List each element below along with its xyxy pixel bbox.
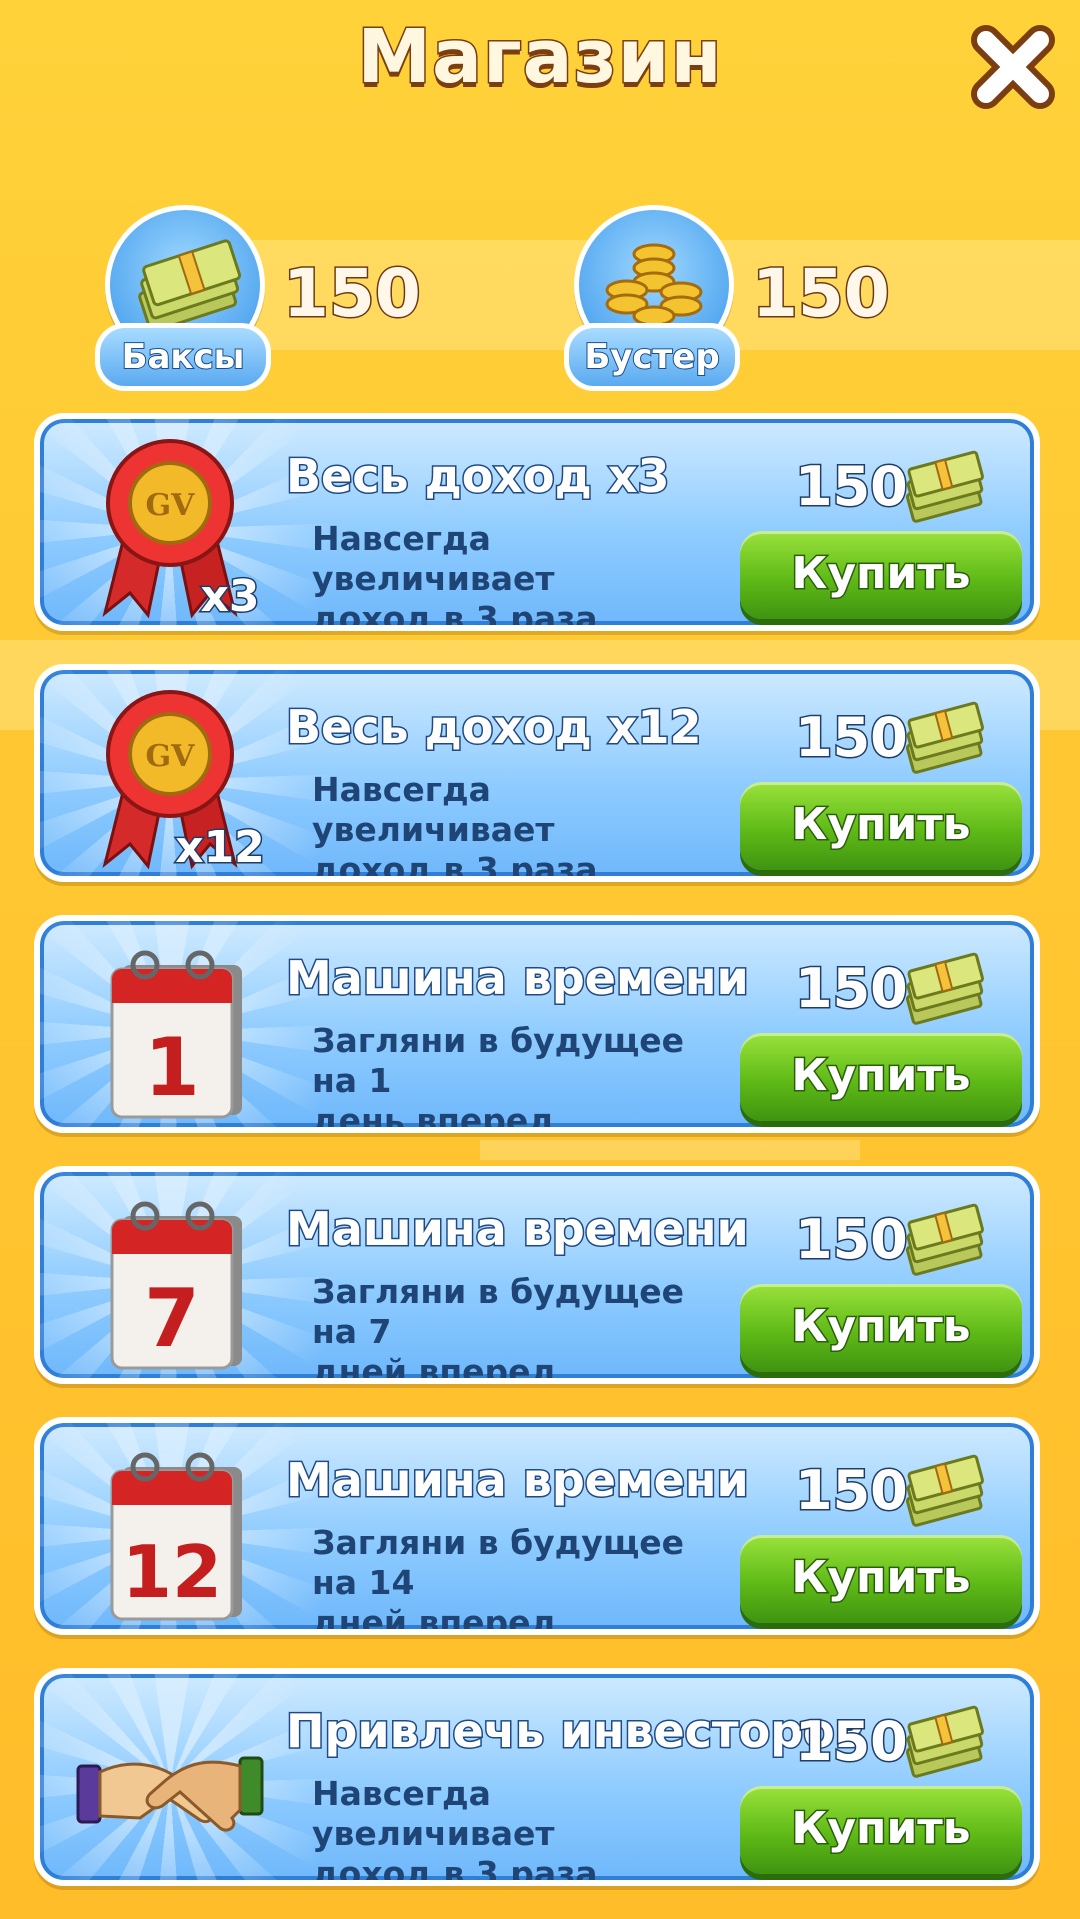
cash-stack-icon <box>905 952 984 1025</box>
item-description: Загляни в будущее на 7 дней вперед <box>312 1272 692 1384</box>
currency-bucks: Баксы 150 <box>95 205 545 391</box>
item-description-line: доход в 3 раза <box>312 1854 598 1886</box>
cash-stack-icon <box>905 1705 984 1778</box>
shop-item: GV x12 Весь доход x12 Навсегда увеличива… <box>34 664 1040 882</box>
item-description: Навсегда увеличивает доход в 3 раза <box>312 770 692 882</box>
calendar-day: 1 <box>144 1021 200 1114</box>
svg-text:GV: GV <box>146 488 196 523</box>
buy-button[interactable]: Купить <box>740 1786 1022 1874</box>
item-price: 150 <box>794 705 910 771</box>
item-price: 150 <box>794 1458 910 1524</box>
item-badge: x12 <box>175 822 265 873</box>
buy-button[interactable]: Купить <box>740 1535 1022 1623</box>
item-description: Загляни в будущее на 1 день вперед <box>312 1021 692 1133</box>
currency-value: 150 <box>751 254 892 334</box>
item-title: Весь доход x3 <box>285 448 671 505</box>
item-title: Привлечь инвесторов <box>285 1703 866 1760</box>
shop-item: 7 Машина времени Загляни в будущее на 7 … <box>34 1166 1040 1384</box>
buy-button[interactable]: Купить <box>740 782 1022 870</box>
item-price: 150 <box>794 1207 910 1273</box>
item-price: 150 <box>794 454 910 520</box>
page-title: Магазин <box>356 13 723 102</box>
item-description-line: доход в 3 раза <box>312 850 598 882</box>
close-button[interactable] <box>968 22 1058 112</box>
buy-button[interactable]: Купить <box>740 1284 1022 1372</box>
item-description-line: Загляни в будущее на 7 <box>312 1272 685 1351</box>
item-description-line: дней вперед <box>312 1603 558 1635</box>
ribbon-medal-icon: GV x12 <box>102 690 266 874</box>
item-price: 150 <box>794 956 910 1022</box>
shop-item: 12 Машина времени Загляни в будущее на 1… <box>34 1417 1040 1635</box>
currency-value: 150 <box>282 254 423 334</box>
item-description-line: Навсегда увеличивает <box>312 770 555 849</box>
cash-stack-icon <box>905 1203 984 1276</box>
item-description-line: Навсегда увеличивает <box>312 1774 555 1853</box>
currency-booster: Бустер 150 <box>564 205 1014 391</box>
item-badge: x3 <box>201 571 260 622</box>
currency-label: Бустер <box>564 323 740 391</box>
calendar-icon: 7 <box>110 1201 242 1370</box>
item-description-line: Загляни в будущее на 1 <box>312 1021 685 1100</box>
background-stripe <box>480 1140 860 1160</box>
close-icon <box>971 25 1055 109</box>
handshake-icon <box>76 1756 264 1832</box>
calendar-day: 7 <box>144 1272 200 1365</box>
shop-item: Привлечь инвесторов Навсегда увеличивает… <box>34 1668 1040 1886</box>
shop-item: GV x3 Весь доход x3 Навсегда увеличивает… <box>34 413 1040 631</box>
cash-stack-icon <box>905 1454 984 1527</box>
buy-button[interactable]: Купить <box>740 1033 1022 1121</box>
calendar-icon: 12 <box>110 1452 242 1621</box>
item-title: Машина времени <box>285 950 751 1007</box>
calendar-icon: 1 <box>110 950 242 1119</box>
cash-stack-icon <box>905 450 984 523</box>
item-title: Машина времени <box>285 1452 751 1509</box>
cash-stack-icon <box>905 701 984 774</box>
item-title: Весь доход x12 <box>285 699 704 756</box>
ribbon-medal-icon: GV x3 <box>102 439 261 623</box>
svg-text:GV: GV <box>146 739 196 774</box>
item-title: Машина времени <box>285 1201 751 1258</box>
currency-label: Баксы <box>95 323 271 391</box>
item-description-line: Загляни в будущее на 14 <box>312 1523 685 1602</box>
item-price: 150 <box>794 1709 910 1775</box>
item-description-line: доход в 3 раза <box>312 599 598 631</box>
item-description: Навсегда увеличивает доход в 3 раза <box>312 519 692 631</box>
item-description-line: дней вперед <box>312 1352 558 1384</box>
item-description-line: Навсегда увеличивает <box>312 519 555 598</box>
calendar-day: 12 <box>122 1530 222 1614</box>
buy-button[interactable]: Купить <box>740 531 1022 619</box>
item-description: Навсегда увеличивает доход в 3 раза <box>312 1774 692 1886</box>
item-description: Загляни в будущее на 14 дней вперед <box>312 1523 692 1635</box>
item-description-line: день вперед <box>312 1101 555 1133</box>
shop-item: 1 Машина времени Загляни в будущее на 1 … <box>34 915 1040 1133</box>
